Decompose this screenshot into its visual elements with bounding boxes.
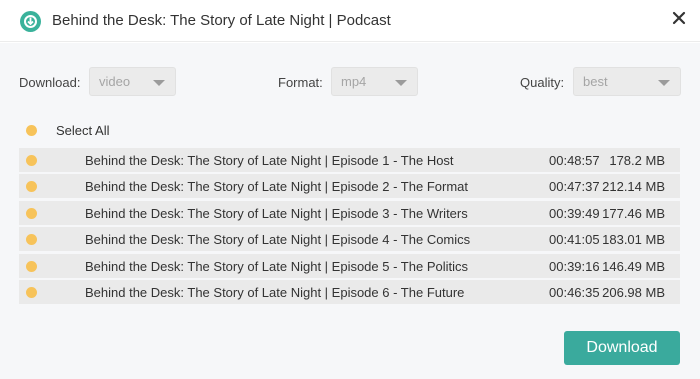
episode-checkbox[interactable] <box>26 155 37 166</box>
chevron-down-icon <box>153 80 165 86</box>
download-type-label: Download: <box>19 75 81 90</box>
episode-row[interactable]: Behind the Desk: The Story of Late Night… <box>19 280 680 305</box>
title-bar: Behind the Desk: The Story of Late Night… <box>0 0 700 42</box>
episode-duration: 00:48:57 <box>549 153 600 168</box>
quality-select[interactable]: best <box>573 67 681 96</box>
episode-title: Behind the Desk: The Story of Late Night… <box>85 232 471 247</box>
episode-size: 212.14 MB <box>602 179 665 194</box>
episode-title: Behind the Desk: The Story of Late Night… <box>85 206 468 221</box>
episode-title: Behind the Desk: The Story of Late Night… <box>85 179 468 194</box>
window-title: Behind the Desk: The Story of Late Night… <box>52 12 391 29</box>
app-logo-icon <box>20 11 41 32</box>
episode-duration: 00:41:05 <box>549 232 600 247</box>
episode-title: Behind the Desk: The Story of Late Night… <box>85 259 468 274</box>
format-select[interactable]: mp4 <box>331 67 418 96</box>
quality-label: Quality: <box>520 75 565 90</box>
episode-row[interactable]: Behind the Desk: The Story of Late Night… <box>19 174 680 199</box>
episode-checkbox[interactable] <box>26 287 37 298</box>
episode-title: Behind the Desk: The Story of Late Night… <box>85 285 465 300</box>
chevron-down-icon <box>395 80 407 86</box>
episode-checkbox[interactable] <box>26 234 37 245</box>
episode-checkbox[interactable] <box>26 208 37 219</box>
episode-size: 183.01 MB <box>602 232 665 247</box>
episode-size: 177.46 MB <box>602 206 665 221</box>
episode-duration: 00:47:37 <box>549 179 600 194</box>
episode-size: 178.2 MB <box>609 153 665 168</box>
format-value: mp4 <box>341 74 367 89</box>
select-all-checkbox[interactable] <box>26 125 37 136</box>
episode-size: 206.98 MB <box>602 285 665 300</box>
episode-size: 146.49 MB <box>602 259 665 274</box>
quality-value: best <box>583 74 608 89</box>
chevron-down-icon <box>658 80 670 86</box>
episode-duration: 00:39:49 <box>549 206 600 221</box>
select-all-label[interactable]: Select All <box>56 123 109 138</box>
download-type-select[interactable]: video <box>89 67 176 96</box>
episode-duration: 00:39:16 <box>549 259 600 274</box>
format-label: Format: <box>278 75 323 90</box>
episode-row[interactable]: Behind the Desk: The Story of Late Night… <box>19 254 680 279</box>
episode-checkbox[interactable] <box>26 261 37 272</box>
episode-row[interactable]: Behind the Desk: The Story of Late Night… <box>19 148 680 173</box>
episode-row[interactable]: Behind the Desk: The Story of Late Night… <box>19 227 680 252</box>
close-icon[interactable] <box>671 10 687 26</box>
episode-duration: 00:46:35 <box>549 285 600 300</box>
episode-title: Behind the Desk: The Story of Late Night… <box>85 153 454 168</box>
download-type-value: video <box>99 74 131 89</box>
episode-row[interactable]: Behind the Desk: The Story of Late Night… <box>19 201 680 226</box>
episode-checkbox[interactable] <box>26 181 37 192</box>
download-button[interactable]: Download <box>564 331 680 365</box>
